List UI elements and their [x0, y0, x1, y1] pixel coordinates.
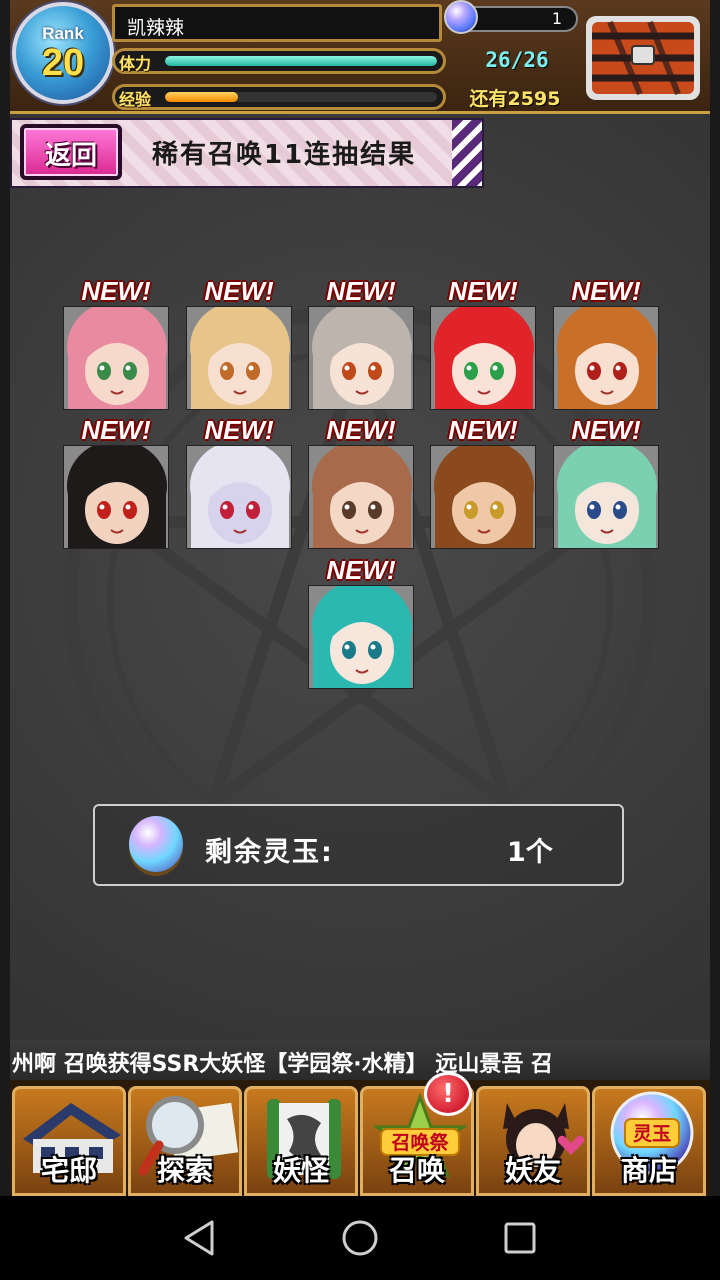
character-portrait [63, 445, 169, 549]
character-portrait [430, 306, 536, 410]
character-card[interactable]: NEW! [186, 415, 292, 549]
nav-mansion-label: 宅邸 [40, 1154, 97, 1187]
page-title: 稀有召唤11连抽结果 [152, 140, 417, 170]
new-tag: NEW! [571, 415, 641, 445]
page-header: 稀有召唤11连抽结果 返回 [10, 118, 486, 188]
remaining-gems-panel: 剩余灵玉: 1个 [93, 804, 624, 886]
remaining-gems-value: 1个 [507, 837, 553, 868]
bottom-navigation: 宅邸 探索 妖怪 召唤祭 召唤 妖友 灵玉 商店 [10, 1080, 710, 1196]
ticker-text: 州啊 召唤获得SSR大妖怪【学园祭·水精】 远山景吾 召 [12, 1052, 553, 1077]
exp-fill [165, 92, 239, 102]
status-bar: Rank 20 凯辣辣 体力 经验 1 26/26 还有2595 [10, 0, 710, 114]
announcement-ticker: 州啊 召唤获得SSR大妖怪【学园祭·水精】 远山景吾 召 [10, 1040, 710, 1080]
character-card[interactable]: NEW! [553, 276, 659, 410]
android-navigation-bar [0, 1196, 720, 1280]
character-card[interactable]: NEW! [308, 415, 414, 549]
remaining-gems-label: 剩余灵玉: [205, 837, 334, 868]
stamina-value: 26/26 [485, 48, 549, 72]
character-card[interactable]: NEW! [186, 276, 292, 410]
exp-bar: 经验 [112, 84, 446, 110]
new-tag: NEW! [204, 276, 274, 306]
rank-value: 20 [41, 42, 85, 84]
new-tag: NEW! [448, 276, 518, 306]
character-portrait [186, 445, 292, 549]
nav-explore-label: 探索 [156, 1154, 213, 1187]
right-frame-border [710, 0, 720, 1196]
nav-yokai-button[interactable]: 妖怪 [244, 1086, 358, 1196]
stamina-fill [165, 56, 437, 66]
stamina-label: 体力 [119, 54, 152, 73]
nav-shop-button[interactable]: 灵玉 商店 [592, 1086, 706, 1196]
character-card[interactable]: NEW! [553, 415, 659, 549]
spirit-jade-orb-icon [129, 816, 183, 872]
treasure-chest-icon[interactable] [580, 6, 706, 106]
character-card[interactable]: NEW! [63, 276, 169, 410]
nav-yokai-label: 妖怪 [272, 1154, 329, 1187]
character-card[interactable]: NEW! [430, 276, 536, 410]
exp-remaining: 还有2595 [469, 88, 561, 110]
character-portrait [430, 445, 536, 549]
rank-label: Rank [42, 24, 84, 43]
nav-explore-button[interactable]: 探索 [128, 1086, 242, 1196]
new-tag: NEW! [326, 276, 396, 306]
rank-badge[interactable]: Rank 20 [12, 2, 114, 104]
banner-stripe [452, 120, 482, 186]
character-card[interactable]: NEW! [63, 415, 169, 549]
nav-summon-label: 召唤 [388, 1154, 445, 1187]
recents-square-icon[interactable] [498, 1216, 542, 1260]
character-card[interactable]: NEW! [430, 415, 536, 549]
new-tag: NEW! [204, 415, 274, 445]
new-tag: NEW! [326, 415, 396, 445]
character-portrait [63, 306, 169, 410]
stamina-bar: 体力 [112, 48, 446, 74]
back-button[interactable]: 返回 [20, 124, 122, 180]
back-triangle-icon[interactable] [178, 1216, 222, 1260]
character-portrait [553, 306, 659, 410]
new-tag: NEW! [571, 276, 641, 306]
nav-friends-label: 妖友 [504, 1154, 561, 1187]
character-card[interactable]: NEW! [308, 276, 414, 410]
shop-jade-text: 灵玉 [633, 1123, 671, 1145]
nav-mansion-button[interactable]: 宅邸 [12, 1086, 126, 1196]
new-tag: NEW! [81, 415, 151, 445]
nav-shop-label: 商店 [620, 1154, 677, 1187]
character-portrait [308, 445, 414, 549]
summon-alert-badge: ! [424, 1072, 472, 1116]
player-name: 凯辣辣 [112, 4, 442, 42]
new-tag: NEW! [448, 415, 518, 445]
new-tag: NEW! [326, 555, 396, 585]
left-frame-border [0, 0, 10, 1196]
character-portrait [553, 445, 659, 549]
nav-friends-button[interactable]: 妖友 [476, 1086, 590, 1196]
exp-label: 经验 [119, 90, 152, 109]
back-label: 返回 [44, 141, 97, 171]
character-card[interactable]: NEW! [308, 555, 414, 689]
character-portrait [186, 306, 292, 410]
spirit-jade-icon [444, 0, 478, 34]
game-screen: Rank 20 凯辣辣 体力 经验 1 26/26 还有2595 稀有召唤11连… [10, 0, 710, 1196]
character-portrait [308, 306, 414, 410]
new-tag: NEW! [81, 276, 151, 306]
character-portrait [308, 585, 414, 689]
home-circle-icon[interactable] [338, 1216, 382, 1260]
